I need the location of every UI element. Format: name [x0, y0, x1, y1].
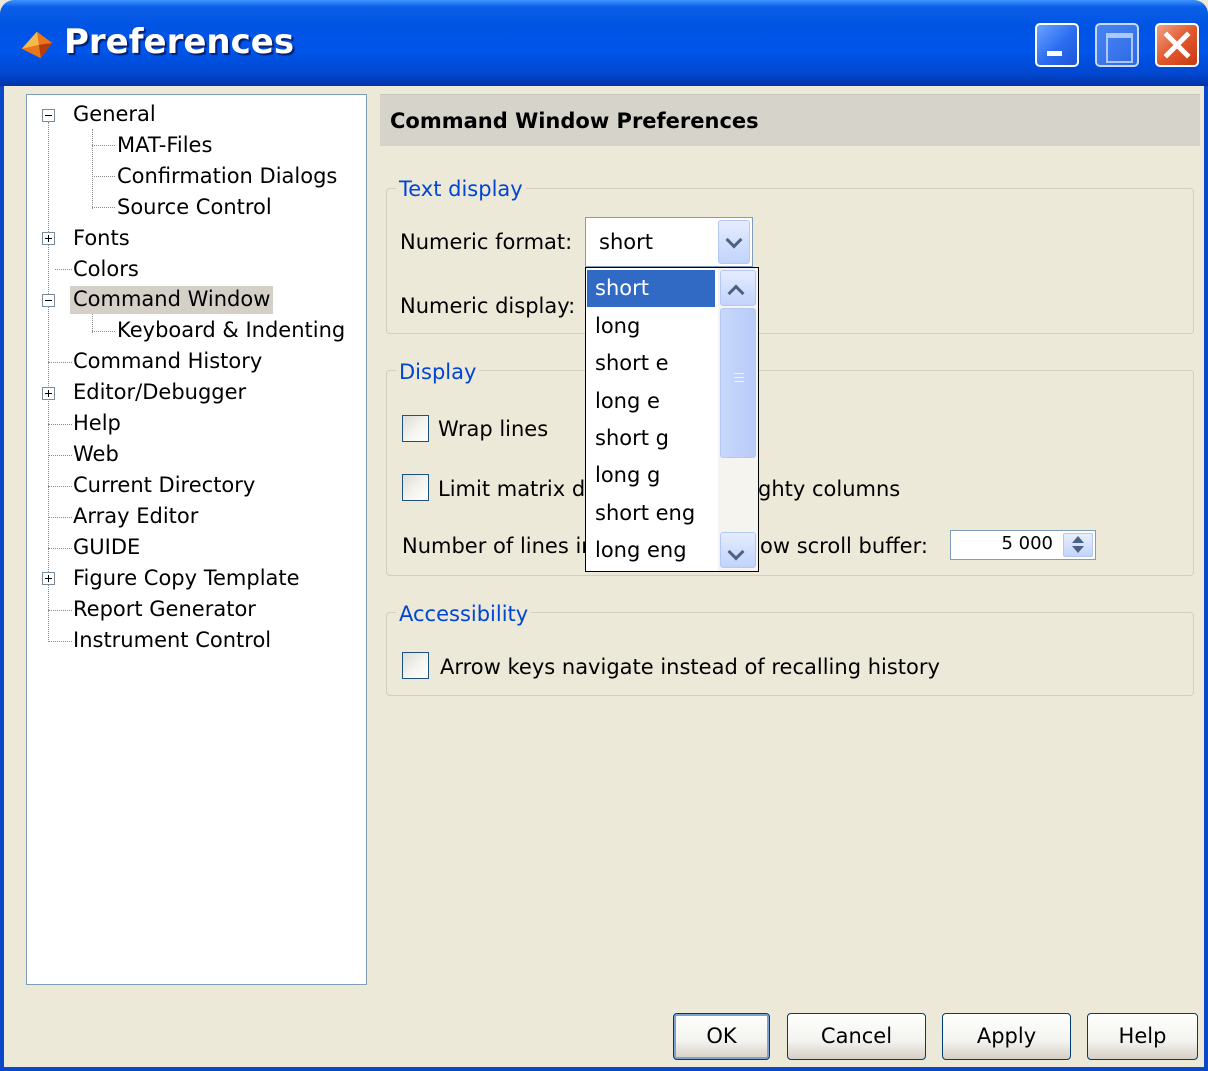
tree-connector-line: [92, 145, 115, 146]
wrap-lines-label[interactable]: Wrap lines: [438, 416, 548, 442]
tree-item-keyboard-indenting[interactable]: Keyboard & Indenting: [114, 317, 348, 345]
expand-editor-debugger-icon[interactable]: [42, 387, 55, 400]
help-button[interactable]: Help: [1087, 1013, 1198, 1060]
tree-connector-line: [92, 129, 93, 209]
scroll-buffer-spinner[interactable]: 5 000: [950, 530, 1096, 560]
tree-connector-line: [48, 455, 72, 456]
dropdown-option-long-g[interactable]: long g: [587, 457, 715, 494]
tree-item-command-history[interactable]: Command History: [70, 348, 265, 376]
collapse-general-icon[interactable]: [42, 109, 55, 122]
collapse-command-window-icon[interactable]: [42, 294, 55, 307]
tree-connector-line: [48, 486, 72, 487]
tree-connector-line: [48, 517, 72, 518]
title-bar[interactable]: Preferences: [0, 0, 1208, 86]
tree-connector-line: [92, 176, 115, 177]
tree-item-general[interactable]: General: [70, 101, 159, 129]
tree-connector-line: [92, 331, 115, 332]
numeric-format-value: short: [599, 230, 653, 254]
ok-button[interactable]: OK: [673, 1013, 770, 1060]
close-icon: [1163, 31, 1191, 59]
tree-connector-line: [48, 424, 72, 425]
text-display-group-title: Text display: [396, 176, 526, 202]
tree-item-mat-files[interactable]: MAT-Files: [114, 132, 215, 160]
tree-item-colors[interactable]: Colors: [70, 256, 142, 284]
tree-item-current-directory[interactable]: Current Directory: [70, 472, 258, 500]
scroll-buffer-label-tail: ow scroll buffer:: [760, 534, 928, 558]
tree-item-web[interactable]: Web: [70, 441, 122, 469]
grip-line: [734, 381, 744, 382]
grip-line: [734, 373, 744, 374]
numeric-format-label: Numeric format:: [400, 230, 573, 254]
numeric-display-label: Numeric display:: [400, 294, 576, 318]
scrollbar-thumb[interactable]: [720, 308, 756, 458]
matlab-logo-icon: [21, 31, 53, 59]
tree-connector-line: [48, 610, 72, 611]
tree-item-source-control[interactable]: Source Control: [114, 194, 275, 222]
dropdown-scrollbar[interactable]: [718, 268, 758, 571]
dropdown-option-long[interactable]: long: [587, 308, 715, 345]
tree-item-figure-copy-template[interactable]: Figure Copy Template: [70, 565, 303, 593]
dropdown-option-short-e[interactable]: short e: [587, 345, 715, 382]
tree-connector-line: [92, 207, 115, 208]
tree-item-guide[interactable]: GUIDE: [70, 534, 143, 562]
tree-item-help[interactable]: Help: [70, 410, 124, 438]
chevron-down-icon[interactable]: [718, 220, 750, 264]
spinner-arrows-icon[interactable]: [1063, 533, 1093, 557]
tree-item-command-window[interactable]: Command Window: [70, 286, 274, 314]
scroll-buffer-value[interactable]: 5 000: [1001, 533, 1053, 554]
dropdown-option-short-eng[interactable]: short eng: [587, 495, 715, 532]
dropdown-option-long-e[interactable]: long e: [587, 383, 715, 420]
scroll-up-icon[interactable]: [720, 270, 756, 306]
scroll-down-icon[interactable]: [720, 532, 756, 568]
dropdown-option-short[interactable]: short: [587, 270, 715, 307]
close-button[interactable]: [1155, 23, 1199, 67]
cancel-button[interactable]: Cancel: [787, 1013, 926, 1060]
wrap-lines-checkbox[interactable]: [402, 415, 429, 442]
arrow-keys-label[interactable]: Arrow keys navigate instead of recalling…: [440, 654, 940, 680]
preferences-tree[interactable]: General MAT-Files Confirmation Dialogs S…: [26, 94, 367, 985]
minimize-button[interactable]: [1035, 23, 1079, 67]
numeric-format-select[interactable]: short: [585, 217, 753, 267]
tree-item-fonts[interactable]: Fonts: [70, 225, 133, 253]
numeric-format-dropdown-list[interactable]: short long short e long e short g long g…: [585, 267, 759, 572]
scroll-buffer-label: Number of lines ir: [402, 534, 590, 558]
arrow-keys-checkbox[interactable]: [402, 652, 429, 679]
limit-matrix-checkbox[interactable]: [402, 474, 429, 501]
maximize-button[interactable]: [1095, 23, 1139, 67]
tree-item-confirmation-dialogs[interactable]: Confirmation Dialogs: [114, 163, 340, 191]
limit-matrix-label[interactable]: Limit matrix dis: [438, 476, 602, 502]
expand-fonts-icon[interactable]: [42, 232, 55, 245]
dropdown-option-short-g[interactable]: short g: [587, 420, 715, 457]
dropdown-option-long-eng[interactable]: long eng: [587, 532, 715, 569]
window-title: Preferences: [64, 22, 295, 62]
tree-connector-line: [48, 122, 49, 642]
display-group-title: Display: [396, 359, 480, 385]
grip-line: [734, 377, 744, 378]
tree-connector-line: [48, 548, 72, 549]
panel-header: Command Window Preferences: [380, 94, 1200, 146]
tree-item-instrument-control[interactable]: Instrument Control: [70, 627, 274, 655]
page-title: Command Window Preferences: [390, 109, 759, 133]
tree-item-report-generator[interactable]: Report Generator: [70, 596, 259, 624]
apply-button[interactable]: Apply: [942, 1013, 1071, 1060]
tree-connector-line: [48, 362, 72, 363]
tree-connector-line: [48, 641, 72, 642]
expand-figure-copy-template-icon[interactable]: [42, 572, 55, 585]
tree-item-editor-debugger[interactable]: Editor/Debugger: [70, 379, 249, 407]
tree-item-array-editor[interactable]: Array Editor: [70, 503, 201, 531]
accessibility-group-title: Accessibility: [396, 601, 532, 627]
limit-matrix-label-tail[interactable]: ghty columns: [758, 476, 900, 502]
